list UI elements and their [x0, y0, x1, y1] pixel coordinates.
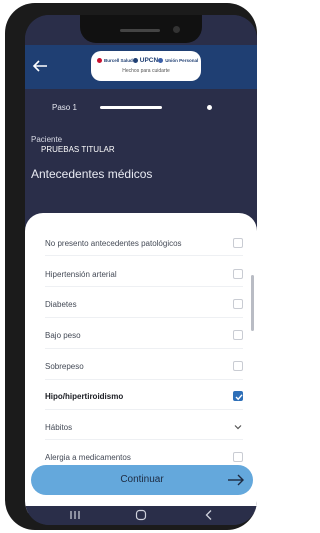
option-hipo-hipertiroidismo[interactable]: Hipo/hipertiroidismo — [45, 388, 243, 404]
page-title: Antecedentes médicos — [31, 167, 153, 181]
divider — [45, 348, 243, 349]
option-label: Sobrepeso — [45, 361, 84, 371]
option-label: Diabetes — [45, 299, 77, 309]
scrollbar[interactable] — [251, 275, 254, 331]
option-label: Bajo peso — [45, 330, 81, 340]
checkbox[interactable] — [233, 330, 243, 340]
phone-frame: Burcell Salud UPCN Unión Personal Hechos… — [5, 3, 257, 530]
step-progress-bar — [100, 106, 162, 109]
camera-notch — [80, 15, 202, 43]
patient-label: Paciente — [31, 135, 63, 144]
checkbox[interactable] — [233, 269, 243, 279]
option-sobrepeso[interactable]: Sobrepeso — [45, 358, 243, 374]
burcell-logo-icon — [97, 57, 102, 63]
option-hipertension[interactable]: Hipertensión arterial — [45, 266, 243, 282]
app-screen: Burcell Salud UPCN Unión Personal Hechos… — [25, 15, 257, 525]
back-arrow-icon[interactable] — [29, 55, 51, 77]
recent-apps-icon[interactable] — [67, 508, 83, 522]
checkbox-checked[interactable] — [233, 391, 243, 401]
option-no-antecedentes[interactable]: No presento antecedentes patológicos — [45, 235, 243, 251]
brand-burcell-name: Burcell Salud — [104, 57, 133, 63]
divider — [45, 379, 243, 380]
brand-tagline: Hechos para cuidarte — [122, 68, 170, 74]
brand-upcn-name: UPCN — [139, 56, 159, 64]
option-alergia-medicamentos[interactable]: Alergia a medicamentos — [45, 449, 243, 465]
checkmark-icon — [235, 394, 243, 401]
home-icon[interactable] — [133, 508, 149, 522]
brand-logos-row: Burcell Salud UPCN Unión Personal — [97, 55, 199, 65]
option-label: Hipertensión arterial — [45, 269, 117, 279]
system-nav-bar — [25, 506, 257, 525]
step-label: Paso 1 — [52, 103, 77, 112]
upcn-logo-icon — [132, 57, 138, 63]
option-label: No presento antecedentes patológicos — [45, 238, 182, 248]
checkbox[interactable] — [233, 299, 243, 309]
option-label: Hipo/hipertiroidismo — [45, 391, 124, 401]
chevron-down-icon[interactable] — [233, 422, 243, 432]
brand-logo: Burcell Salud UPCN Unión Personal Hechos… — [91, 51, 201, 81]
patient-name: PRUEBAS TITULAR — [41, 145, 115, 154]
continue-label: Continuar — [120, 474, 164, 485]
option-diabetes[interactable]: Diabetes — [45, 296, 243, 312]
checkbox[interactable] — [233, 238, 243, 248]
app-header: Burcell Salud UPCN Unión Personal Hechos… — [25, 45, 257, 89]
speaker-grille — [120, 29, 160, 32]
union-personal-logo-icon — [158, 57, 164, 63]
camera-icon — [173, 26, 180, 33]
brand-upcn: UPCN — [132, 56, 159, 64]
checkbox[interactable] — [233, 452, 243, 462]
status-bar — [25, 15, 257, 45]
brand-burcell: Burcell Salud — [97, 57, 133, 63]
divider — [45, 317, 243, 318]
divider — [45, 255, 243, 256]
divider — [45, 286, 243, 287]
option-habitos[interactable]: Hábitos — [45, 419, 243, 435]
brand-union-personal-name: Unión Personal — [165, 57, 199, 63]
arrow-right-icon — [228, 474, 244, 486]
option-label: Alergia a medicamentos — [45, 452, 131, 462]
brand-union-personal: Unión Personal — [158, 57, 199, 63]
option-label: Hábitos — [45, 422, 73, 432]
checkbox[interactable] — [233, 361, 243, 371]
divider — [45, 409, 243, 410]
divider — [45, 439, 243, 440]
option-bajo-peso[interactable]: Bajo peso — [45, 327, 243, 343]
step-indicator-dot — [207, 105, 212, 110]
back-nav-icon[interactable] — [201, 508, 217, 522]
continue-button[interactable]: Continuar — [31, 465, 253, 495]
